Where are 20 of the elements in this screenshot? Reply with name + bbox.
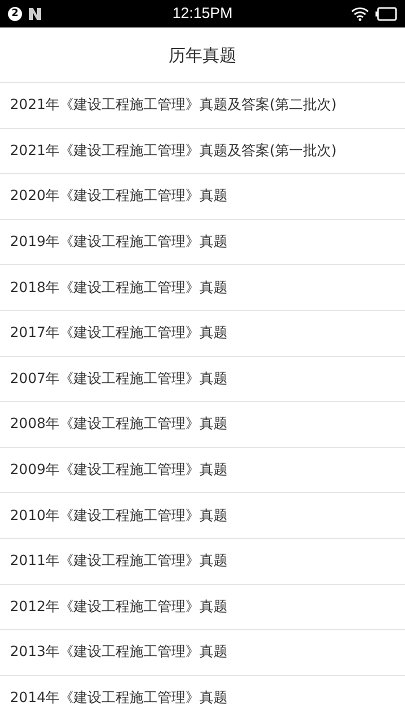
page-title: 历年真题 [168,44,236,66]
list-item[interactable]: 2009年《建设工程施工管理》真题 [0,448,405,494]
list-item[interactable]: 2012年《建设工程施工管理》真题 [0,584,405,630]
list-item[interactable]: 2014年《建设工程施工管理》真题 [0,676,405,720]
list-item[interactable]: 2008年《建设工程施工管理》真题 [0,402,405,448]
list-item[interactable]: 2020年《建设工程施工管理》真题 [0,174,405,220]
wifi-icon [350,6,369,20]
list-item[interactable]: 2018年《建设工程施工管理》真题 [0,265,405,311]
list-item[interactable]: 2013年《建设工程施工管理》真题 [0,630,405,676]
n-logo-icon [28,6,42,20]
list-item[interactable]: 2017年《建设工程施工管理》真题 [0,310,405,357]
notification-count: 2 [8,6,22,20]
list-item[interactable]: 2011年《建设工程施工管理》真题 [0,538,405,585]
battery-icon [374,6,397,20]
list-item[interactable]: 2019年《建设工程施工管理》真题 [0,220,405,266]
list-item[interactable]: 2021年《建设工程施工管理》真题及答案(第二批次) [0,83,405,129]
list-item[interactable]: 2021年《建设工程施工管理》真题及答案(第一批次) [0,128,405,174]
list-item[interactable]: 2007年《建设工程施工管理》真题 [0,356,405,402]
status-time: 12:15PM [172,5,233,22]
list-item[interactable]: 2010年《建设工程施工管理》真题 [0,493,405,539]
